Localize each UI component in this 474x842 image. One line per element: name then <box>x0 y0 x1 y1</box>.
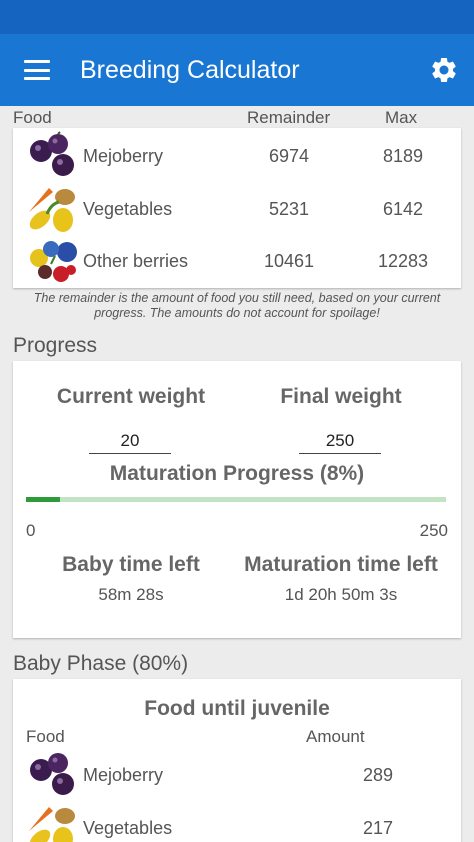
maturation-progress-fill <box>26 497 60 502</box>
max-column-header: Max <box>385 108 418 127</box>
baby-phase-section-title: Baby Phase (80%) <box>13 652 189 675</box>
food-table-card: Mejoberry 6974 8189 Vegetables 5231 6142… <box>13 128 461 288</box>
table-row: Vegetables 5231 6142 <box>13 183 461 235</box>
food-name: Vegetables <box>83 199 173 219</box>
progress-range-min: 0 <box>26 521 36 540</box>
maturation-progress-bar <box>26 497 446 502</box>
progress-card: Current weight Final weight 20 250 Matur… <box>13 361 461 638</box>
amount-value: 289 <box>362 765 394 785</box>
table-row: Vegetables 217 <box>13 802 461 842</box>
food-column-header: Food <box>26 727 65 746</box>
menu-button[interactable] <box>0 34 74 106</box>
table-row: Mejoberry 289 <box>13 749 461 801</box>
food-name: Vegetables <box>83 818 173 838</box>
table-row: Other berries 10461 12283 <box>13 235 461 287</box>
baby-time-label: Baby time left <box>62 553 200 576</box>
berries-icon <box>30 241 77 282</box>
food-column-header: Food <box>13 108 52 127</box>
remainder-value: 5231 <box>268 199 310 219</box>
current-weight-input[interactable]: 20 <box>89 428 171 454</box>
progress-range-max: 250 <box>419 521 448 540</box>
table-row: Mejoberry 6974 8189 <box>13 130 461 182</box>
vegetables-icon <box>29 188 75 232</box>
food-until-juvenile-title: Food until juvenile <box>144 697 330 720</box>
settings-button[interactable] <box>414 34 474 106</box>
food-name: Mejoberry <box>83 146 164 166</box>
amount-value: 217 <box>362 818 394 838</box>
food-note: The remainder is the amount of food you … <box>33 291 441 320</box>
mejoberry-icon <box>30 131 74 176</box>
food-name: Other berries <box>83 251 189 271</box>
mejoberry-icon <box>30 753 74 795</box>
food-table-header: Food Remainder Max <box>13 108 461 128</box>
remainder-column-header: Remainder <box>247 108 331 127</box>
final-weight-input[interactable]: 250 <box>299 428 381 454</box>
final-weight-label: Final weight <box>280 385 402 408</box>
maturation-time-value: 1d 20h 50m 3s <box>284 585 398 604</box>
vegetables-icon <box>29 807 75 842</box>
maturation-time-label: Maturation time left <box>244 553 438 576</box>
app-title: Breeding Calculator <box>80 55 300 84</box>
status-bar <box>0 0 474 34</box>
remainder-value: 6974 <box>268 146 310 166</box>
max-value: 6142 <box>382 199 424 219</box>
baby-time-value: 58m 28s <box>98 585 164 604</box>
hamburger-icon <box>24 60 50 80</box>
remainder-value: 10461 <box>263 251 315 271</box>
maturation-progress-label: Maturation Progress (8%) <box>109 462 365 485</box>
current-weight-label: Current weight <box>56 385 206 408</box>
gear-icon <box>432 57 456 82</box>
app-bar: Breeding Calculator <box>0 34 474 106</box>
food-name: Mejoberry <box>83 765 164 785</box>
max-value: 12283 <box>377 251 429 271</box>
amount-column-header: Amount <box>306 727 365 746</box>
progress-section-title: Progress <box>13 334 98 357</box>
max-value: 8189 <box>382 146 424 166</box>
baby-phase-card: Food until juvenile Food Amount Mejoberr… <box>13 679 461 842</box>
